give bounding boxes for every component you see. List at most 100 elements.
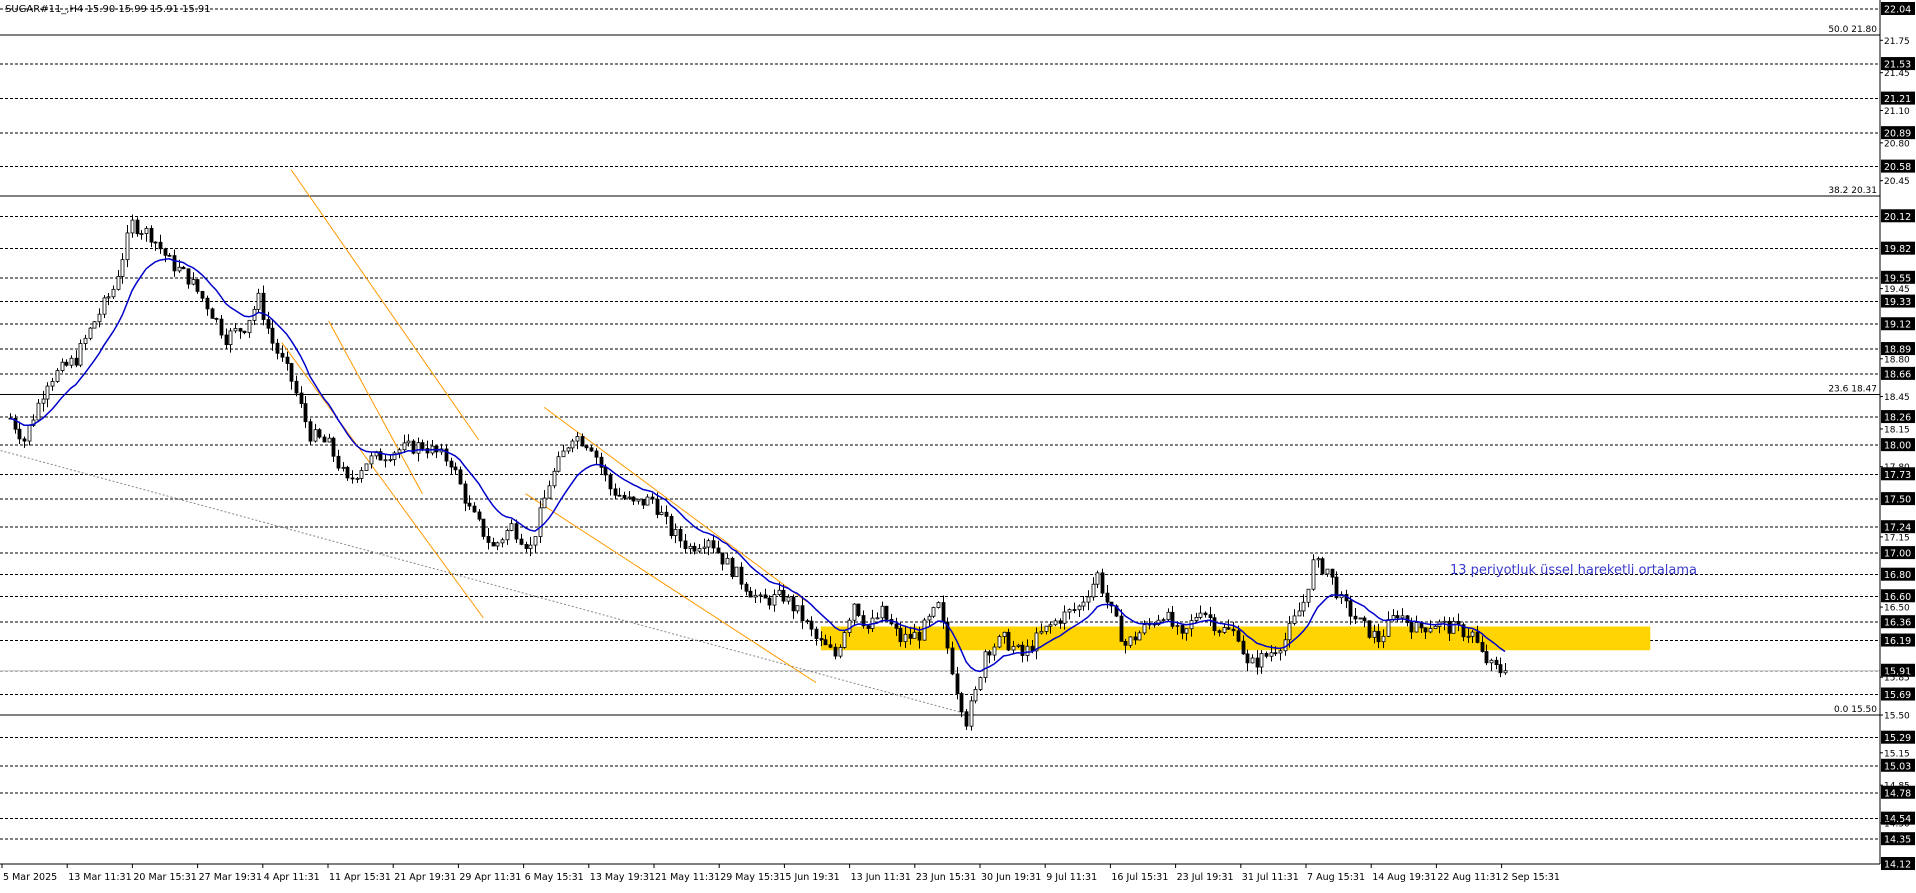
candle-body — [1203, 612, 1208, 616]
level-box-label: 15.29 — [1884, 733, 1911, 744]
level-box-label: 20.89 — [1884, 129, 1911, 140]
candle-body — [1011, 645, 1016, 651]
candle-body — [1044, 625, 1049, 632]
candle-body — [177, 266, 182, 272]
candle-body — [1451, 620, 1456, 634]
candle-body — [936, 602, 941, 608]
candle-body — [594, 450, 599, 458]
candle-body — [758, 594, 763, 597]
price-tick-label: 19.45 — [1884, 285, 1910, 295]
time-tick-label: 13 Jun 11:31 — [851, 872, 911, 883]
candle-body — [505, 530, 510, 541]
level-box-label: 18.89 — [1884, 345, 1911, 356]
level-box-label: 15.69 — [1884, 690, 1911, 701]
candle-body — [491, 542, 496, 547]
candle-body — [997, 636, 1002, 648]
candle-body — [1091, 583, 1096, 598]
candle-body — [102, 297, 107, 315]
candle-body — [898, 627, 903, 643]
candle-body — [256, 292, 261, 310]
candle-body — [214, 317, 219, 320]
price-tick-label: 21.75 — [1884, 37, 1910, 47]
candle-body — [1236, 630, 1241, 642]
candle-body — [814, 628, 819, 639]
candle-body — [748, 590, 753, 598]
price-tick-label: 15.85 — [1884, 674, 1910, 684]
candle-body — [772, 594, 777, 606]
candle-body — [69, 357, 74, 366]
candle-body — [1320, 558, 1325, 575]
candle-body — [917, 631, 922, 641]
candle-body — [1395, 615, 1400, 619]
candle-body — [711, 540, 716, 549]
candle-body — [983, 651, 988, 678]
candle-body — [655, 498, 660, 515]
candle-body — [739, 566, 744, 585]
candle-body — [1067, 609, 1072, 613]
candle-body — [486, 536, 491, 543]
candle-body — [692, 545, 697, 552]
candle-body — [125, 232, 130, 261]
candle-body — [1241, 640, 1246, 655]
candle-body — [434, 445, 439, 453]
chart-svg: 50.0 21.8038.2 20.3123.6 18.470.0 15.50 … — [0, 0, 1916, 888]
candle-body — [781, 589, 786, 602]
price-tick-label: 20.45 — [1884, 177, 1910, 187]
candle-body — [1428, 628, 1433, 633]
level-box-label: 19.82 — [1884, 244, 1911, 255]
candle-body — [350, 477, 355, 480]
time-tick-label: 2 Sep 15:31 — [1503, 872, 1560, 883]
candle-body — [1180, 624, 1185, 634]
price-chart[interactable]: 50.0 21.80 38.2 20.31 23.6 18.47 0.0 15.50 … — [0, 0, 1916, 888]
candle-body — [327, 437, 332, 443]
candle-body — [477, 511, 482, 520]
candle-body — [734, 566, 739, 577]
candle-body — [500, 539, 505, 544]
time-tick-label: 16 Jul 15:31 — [1111, 872, 1168, 883]
candle-body — [1095, 572, 1100, 585]
candle-body — [524, 543, 529, 549]
support-zone — [820, 626, 1651, 651]
candle-body — [78, 343, 83, 366]
candle-body — [1367, 620, 1372, 638]
price-tick-label: 15.50 — [1884, 712, 1910, 722]
candle-body — [641, 498, 646, 506]
candle-body — [622, 494, 627, 499]
candle-body — [289, 363, 294, 382]
candle-body — [1025, 645, 1030, 656]
candle-body — [1301, 601, 1306, 612]
candle-body — [383, 459, 388, 462]
candle-body — [955, 673, 960, 694]
candle-body — [242, 330, 247, 334]
candle-body — [1081, 601, 1086, 607]
candle-body — [580, 436, 585, 447]
candle-body — [570, 440, 575, 449]
candle-body — [449, 460, 454, 468]
candle-body — [1278, 650, 1283, 654]
candle-body — [1217, 630, 1222, 633]
candle-body — [181, 266, 186, 270]
candle-body — [1489, 659, 1494, 664]
candle-body — [280, 352, 285, 358]
level-box-label: 16.60 — [1884, 592, 1911, 603]
candle-body — [542, 497, 547, 509]
candle-body — [777, 589, 782, 595]
candle-body — [823, 639, 828, 646]
candle-body — [1133, 636, 1138, 641]
candle-body — [233, 328, 238, 332]
candle-body — [987, 651, 992, 656]
candle-body — [683, 540, 688, 550]
level-box-label: 18.00 — [1884, 441, 1911, 452]
candle-body — [186, 268, 191, 285]
candle-body — [1062, 611, 1067, 624]
candle-body — [978, 677, 983, 690]
candle-body — [1264, 653, 1269, 657]
level-box-label: 19.55 — [1884, 273, 1911, 284]
candle-body — [1316, 558, 1321, 561]
candle-body — [1137, 632, 1142, 641]
candle-body — [659, 511, 664, 515]
candle-body — [341, 466, 346, 469]
candle-body — [83, 337, 88, 344]
candle-body — [678, 529, 683, 542]
candle-body — [833, 646, 838, 657]
